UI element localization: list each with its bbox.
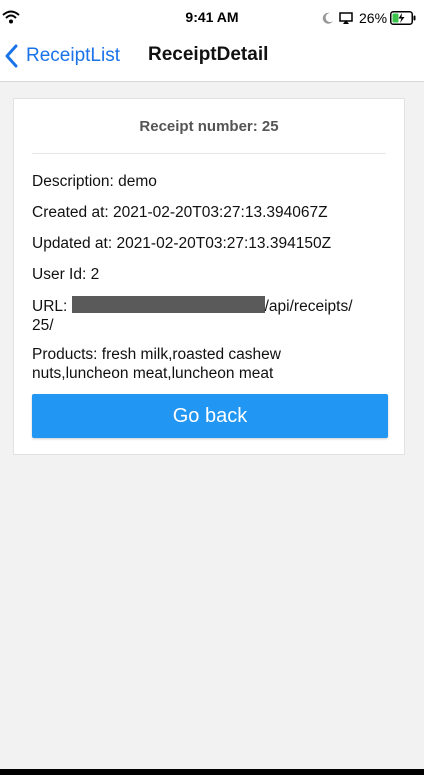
status-bar: 9:41 AM 26% [0,0,424,36]
battery-percentage: 26% [359,10,388,26]
chevron-left-icon [5,44,18,68]
receipt-url: URL: /api/receipts/ 25/ [32,296,372,335]
navigation-bar: ReceiptList ReceiptDetail [0,36,424,82]
receipt-number-title: Receipt number: 25 [139,118,279,135]
airplay-icon [339,12,353,24]
back-button-label: ReceiptList [26,45,120,66]
receipt-created-at: Created at: 2021-02-20T03:27:13.394067Z [32,204,328,221]
url-prefix: URL: [32,298,72,315]
receipt-card: Receipt number: 25 Description: demo Cre… [13,98,405,455]
page-title: ReceiptDetail [148,44,269,65]
moon-icon [322,12,333,24]
go-back-button[interactable]: Go back [32,394,388,438]
receipt-updated-at: Updated at: 2021-02-20T03:27:13.394150Z [32,235,332,252]
battery-charging-icon [390,11,416,25]
back-button[interactable]: ReceiptList [4,41,120,71]
receipt-products: Products: fresh milk,roasted cashew nuts… [32,346,281,382]
divider [32,153,386,154]
receipt-user-id: User Id: 2 [32,266,100,283]
app-screen: ample 9:41 AM 26% ReceiptList [0,0,424,769]
redacted-host [71,296,265,313]
receipt-description: Description: demo [32,173,157,190]
